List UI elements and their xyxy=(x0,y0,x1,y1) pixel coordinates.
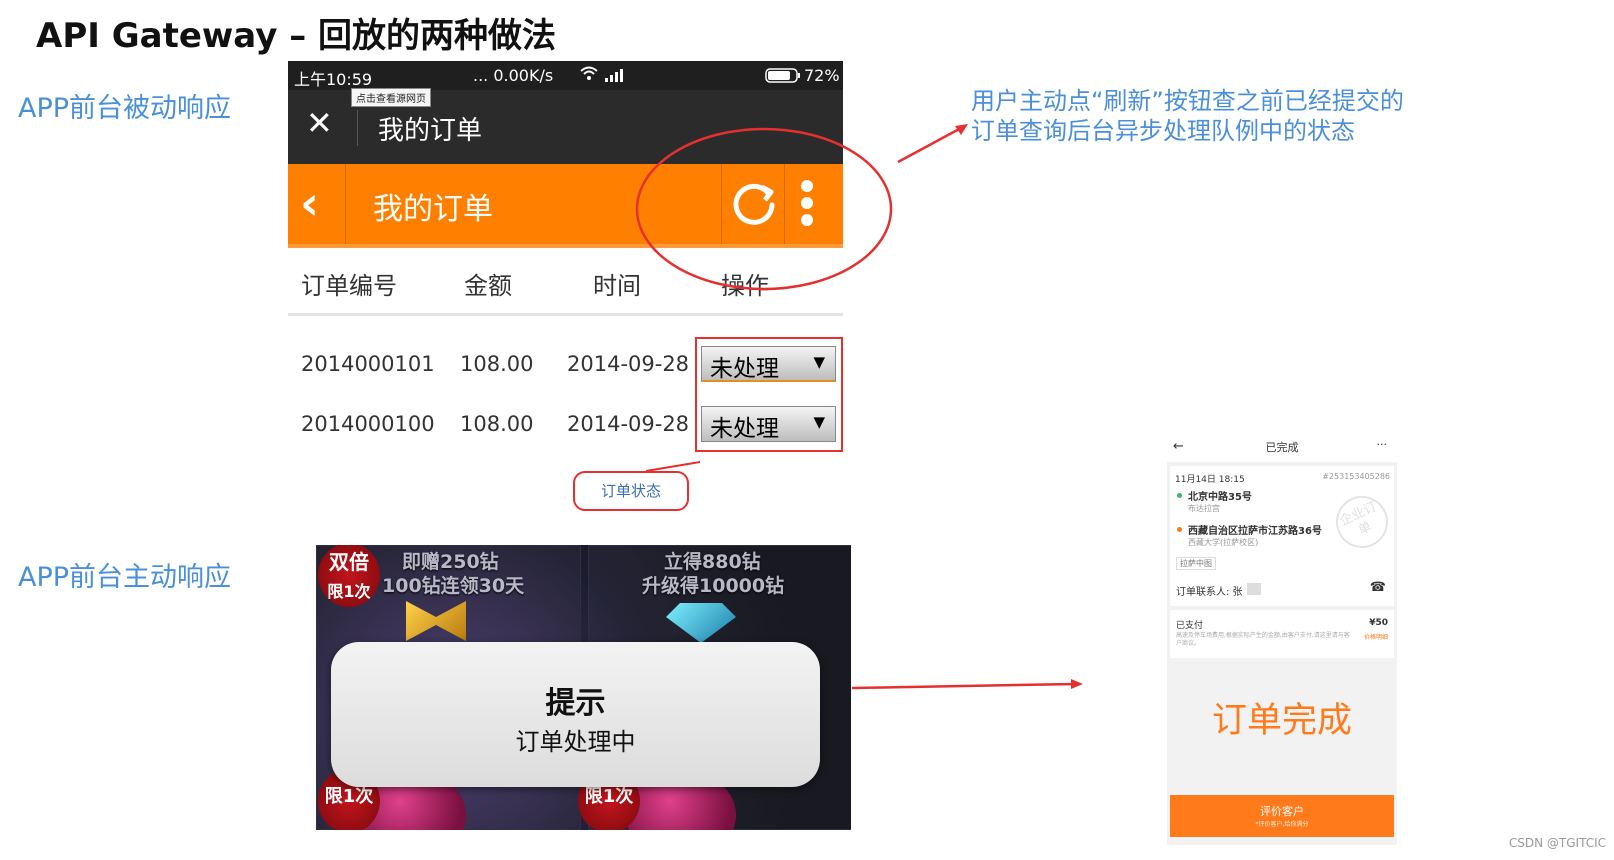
more-icon[interactable]: ··· xyxy=(1377,438,1388,451)
dialog-to-order-arrow xyxy=(851,682,1076,690)
banner-text: 即赠250钻 xyxy=(402,551,499,573)
rate-customer-sub: *评价客户,给你满分 xyxy=(1255,821,1309,828)
banner-text: 立得880钻 xyxy=(664,551,761,573)
to-address: 西藏自治区拉萨市江苏路36号 xyxy=(1188,526,1322,537)
route-card: 11月14日 18:15 #253153405286 北京中路35号 布达拉宫 … xyxy=(1170,466,1397,578)
badge-line: 限1次 xyxy=(584,786,634,807)
order-time: 11月14日 18:15 xyxy=(1175,475,1245,485)
paid-amount: ¥50 xyxy=(1369,618,1388,628)
watermark: CSDN @TGITCIC xyxy=(1508,836,1606,850)
rate-customer-button[interactable]: 评价客户 *评价客户,给你满分 xyxy=(1170,795,1394,837)
phone-completed-order-screenshot: ← 已完成 ··· 11月14日 18:15 #253153405286 北京中… xyxy=(1167,430,1397,845)
order-detail-header: ← 已完成 ··· xyxy=(1167,430,1397,462)
from-sub: 布达拉宫 xyxy=(1188,504,1220,513)
payment-card: 已支付 ¥50 高速及停车场费用,根据实际产生的金额,由客户支付,请这里请与客户… xyxy=(1170,610,1394,658)
masked-name xyxy=(1247,583,1261,595)
end-dot-icon xyxy=(1177,527,1182,532)
start-dot-icon xyxy=(1177,493,1182,498)
banner-text: 升级得10000钻 xyxy=(642,575,785,597)
source-page-tooltip[interactable]: 点击查看源网页 xyxy=(351,88,431,107)
paid-label: 已支付 xyxy=(1176,621,1204,631)
dialog-title: 提示 xyxy=(545,686,606,721)
order-detail-title: 已完成 xyxy=(1265,441,1299,454)
contact-label: 订单联系人: 张 xyxy=(1176,587,1243,598)
badge-line: 双倍 xyxy=(329,550,369,574)
from-address: 北京中路35号 xyxy=(1188,492,1252,503)
price-detail-link[interactable]: 价格明细 xyxy=(1364,632,1388,641)
phone-icon[interactable]: ☎ xyxy=(1370,580,1386,595)
contact-card: 订单联系人: 张 ☎ xyxy=(1170,572,1394,606)
banner-text: 100钻连领30天 xyxy=(382,575,525,597)
refresh-to-note-arrow xyxy=(897,126,962,164)
city-tag: 拉萨中图 xyxy=(1176,557,1216,570)
rate-customer-label: 评价客户 xyxy=(1260,805,1304,818)
game-screenshot: 即赠250钻 100钻连领30天 立得880钻 升级得10000钻 双倍 限1次… xyxy=(316,545,851,830)
promo-badge: 双倍 限1次 xyxy=(318,545,380,607)
enterprise-stamp: 企业订单 xyxy=(1327,487,1397,557)
order-number: #253153405286 xyxy=(1322,472,1390,481)
badge-line: 限1次 xyxy=(324,786,374,807)
order-complete-status: 订单完成 xyxy=(1211,701,1352,741)
refresh-highlight-ellipse xyxy=(635,127,893,291)
badge-line: 限1次 xyxy=(327,582,371,601)
alert-dialog: 提示 订单处理中 xyxy=(331,642,820,787)
paid-note: 高速及停车场费用,根据实际产生的金额,由客户支付,请这里请与客户商议。 xyxy=(1176,632,1350,647)
to-sub: 西藏大学(拉萨校区) xyxy=(1188,538,1259,547)
callout-connector xyxy=(645,461,701,472)
dialog-message: 订单处理中 xyxy=(515,728,636,756)
refresh-annotation: 用户主动点“刷新”按钮查之前已经提交的订单查询后台异步处理队例中的状态 xyxy=(971,87,1404,145)
